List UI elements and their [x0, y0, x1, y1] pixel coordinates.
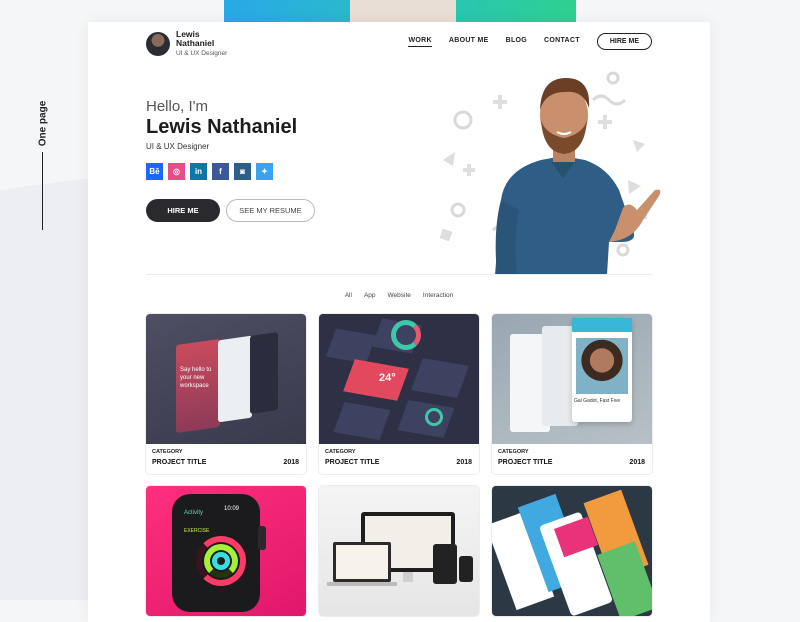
- project-title: PROJECT TITLE: [325, 459, 380, 466]
- twitter-icon[interactable]: ✦: [256, 163, 273, 180]
- project-thumbnail-text: Activity: [184, 510, 204, 516]
- project-thumbnail: 24°: [319, 314, 479, 444]
- project-thumbnail-text: Say hello to your new workspace: [180, 367, 212, 389]
- project-title: PROJECT TITLE: [152, 459, 207, 466]
- nav-blog[interactable]: BLOG: [506, 37, 527, 46]
- page-card: Lewis Nathaniel UI & UX Designer WORK AB…: [88, 22, 710, 622]
- project-category: CATEGORY: [498, 449, 529, 455]
- project-thumbnail: [319, 486, 479, 616]
- facebook-icon[interactable]: f: [212, 163, 229, 180]
- avatar: [146, 32, 170, 56]
- section-divider: [146, 274, 652, 275]
- filter-interaction[interactable]: Interaction: [423, 292, 453, 299]
- project-thumbnail: Activity 10:09 EXERCISE: [146, 486, 306, 616]
- hero-portrait: [439, 71, 661, 275]
- social-links: Bē ◎ in f ◙ ✦: [146, 163, 278, 180]
- nav-work[interactable]: WORK: [408, 37, 432, 47]
- project-card[interactable]: 24° CATEGORY PROJECT TITLE 2018: [319, 314, 479, 474]
- nav-about-me[interactable]: ABOUT ME: [449, 37, 489, 46]
- project-card[interactable]: Say hello to your new workspace CATEGORY…: [146, 314, 306, 474]
- side-label-text: One page: [37, 100, 49, 147]
- filter-app[interactable]: App: [364, 292, 376, 299]
- project-card[interactable]: Gal Gadot, Fast Five CATEGORY PROJECT TI…: [492, 314, 652, 474]
- instagram-icon[interactable]: ◙: [234, 163, 251, 180]
- hire-me-nav-button[interactable]: HIRE ME: [596, 33, 652, 50]
- project-thumbnail-text: 24°: [379, 372, 396, 384]
- brand[interactable]: Lewis Nathaniel UI & UX Designer: [146, 30, 227, 58]
- hero-name: Lewis Nathaniel: [146, 116, 298, 138]
- project-year: 2018: [283, 459, 299, 466]
- filter-website[interactable]: Website: [388, 292, 411, 299]
- main-nav: WORK ABOUT ME BLOG CONTACT HIRE ME: [391, 33, 652, 50]
- watch-exercise: EXERCISE: [184, 528, 210, 534]
- brand-role: UI & UX Designer: [176, 50, 228, 57]
- project-thumbnail: [492, 486, 652, 616]
- side-label-line: [42, 152, 43, 230]
- watch-time: 10:09: [224, 506, 240, 512]
- project-year: 2018: [456, 459, 472, 466]
- project-thumbnail: Gal Gadot, Fast Five: [492, 314, 652, 444]
- linkedin-icon[interactable]: in: [190, 163, 207, 180]
- project-year: 2018: [629, 459, 645, 466]
- project-filters: All App Website Interaction: [88, 292, 710, 299]
- nav-contact[interactable]: CONTACT: [544, 37, 580, 46]
- project-thumbnail: Say hello to your new workspace: [146, 314, 306, 444]
- project-card[interactable]: Activity 10:09 EXERCISE: [146, 486, 306, 616]
- project-thumbnail-text: Gal Gadot, Fast Five: [574, 398, 621, 404]
- hero-role: UI & UX Designer: [146, 142, 210, 151]
- project-card[interactable]: [319, 486, 479, 616]
- top-decoration: [224, 0, 576, 22]
- project-category: CATEGORY: [152, 449, 183, 455]
- behance-icon[interactable]: Bē: [146, 163, 163, 180]
- brand-name-line2: Nathaniel: [176, 38, 215, 48]
- project-category: CATEGORY: [325, 449, 356, 455]
- project-card[interactable]: [492, 486, 652, 616]
- see-resume-button[interactable]: SEE MY RESUME: [226, 199, 315, 222]
- hire-me-button[interactable]: HIRE ME: [146, 199, 220, 222]
- filter-all[interactable]: All: [345, 292, 352, 299]
- dribbble-icon[interactable]: ◎: [168, 163, 185, 180]
- hero-greeting: Hello, I'm: [146, 98, 209, 115]
- project-title: PROJECT TITLE: [498, 459, 553, 466]
